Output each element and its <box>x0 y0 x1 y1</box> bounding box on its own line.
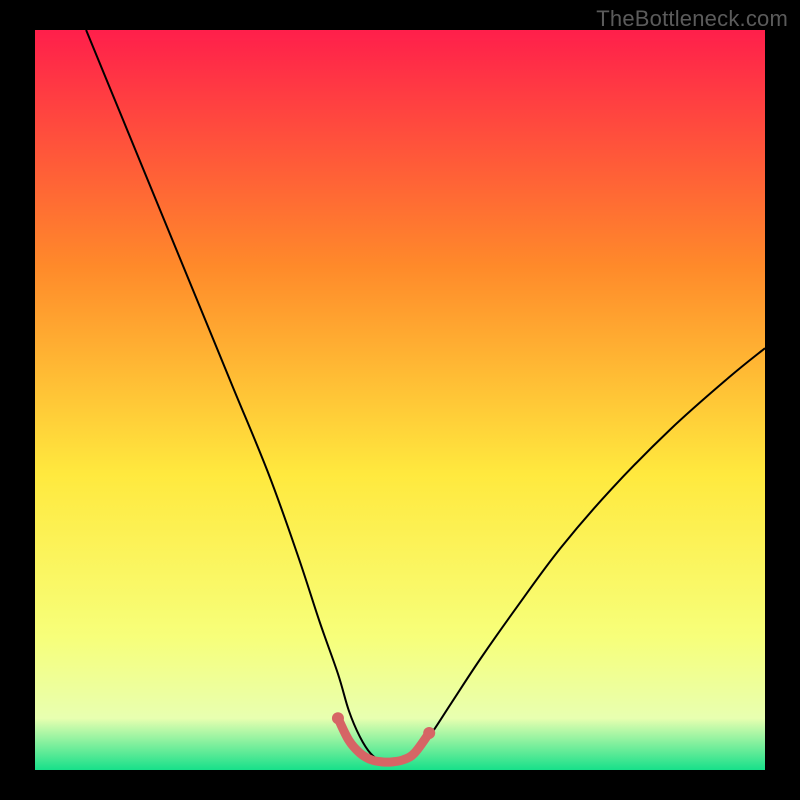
highlight-dot-0 <box>332 712 344 724</box>
gradient-background <box>35 30 765 770</box>
plot-area <box>35 30 765 770</box>
highlight-dot-1 <box>423 727 435 739</box>
watermark-label: TheBottleneck.com <box>596 6 788 32</box>
chart-frame: TheBottleneck.com <box>0 0 800 800</box>
chart-svg <box>35 30 765 770</box>
